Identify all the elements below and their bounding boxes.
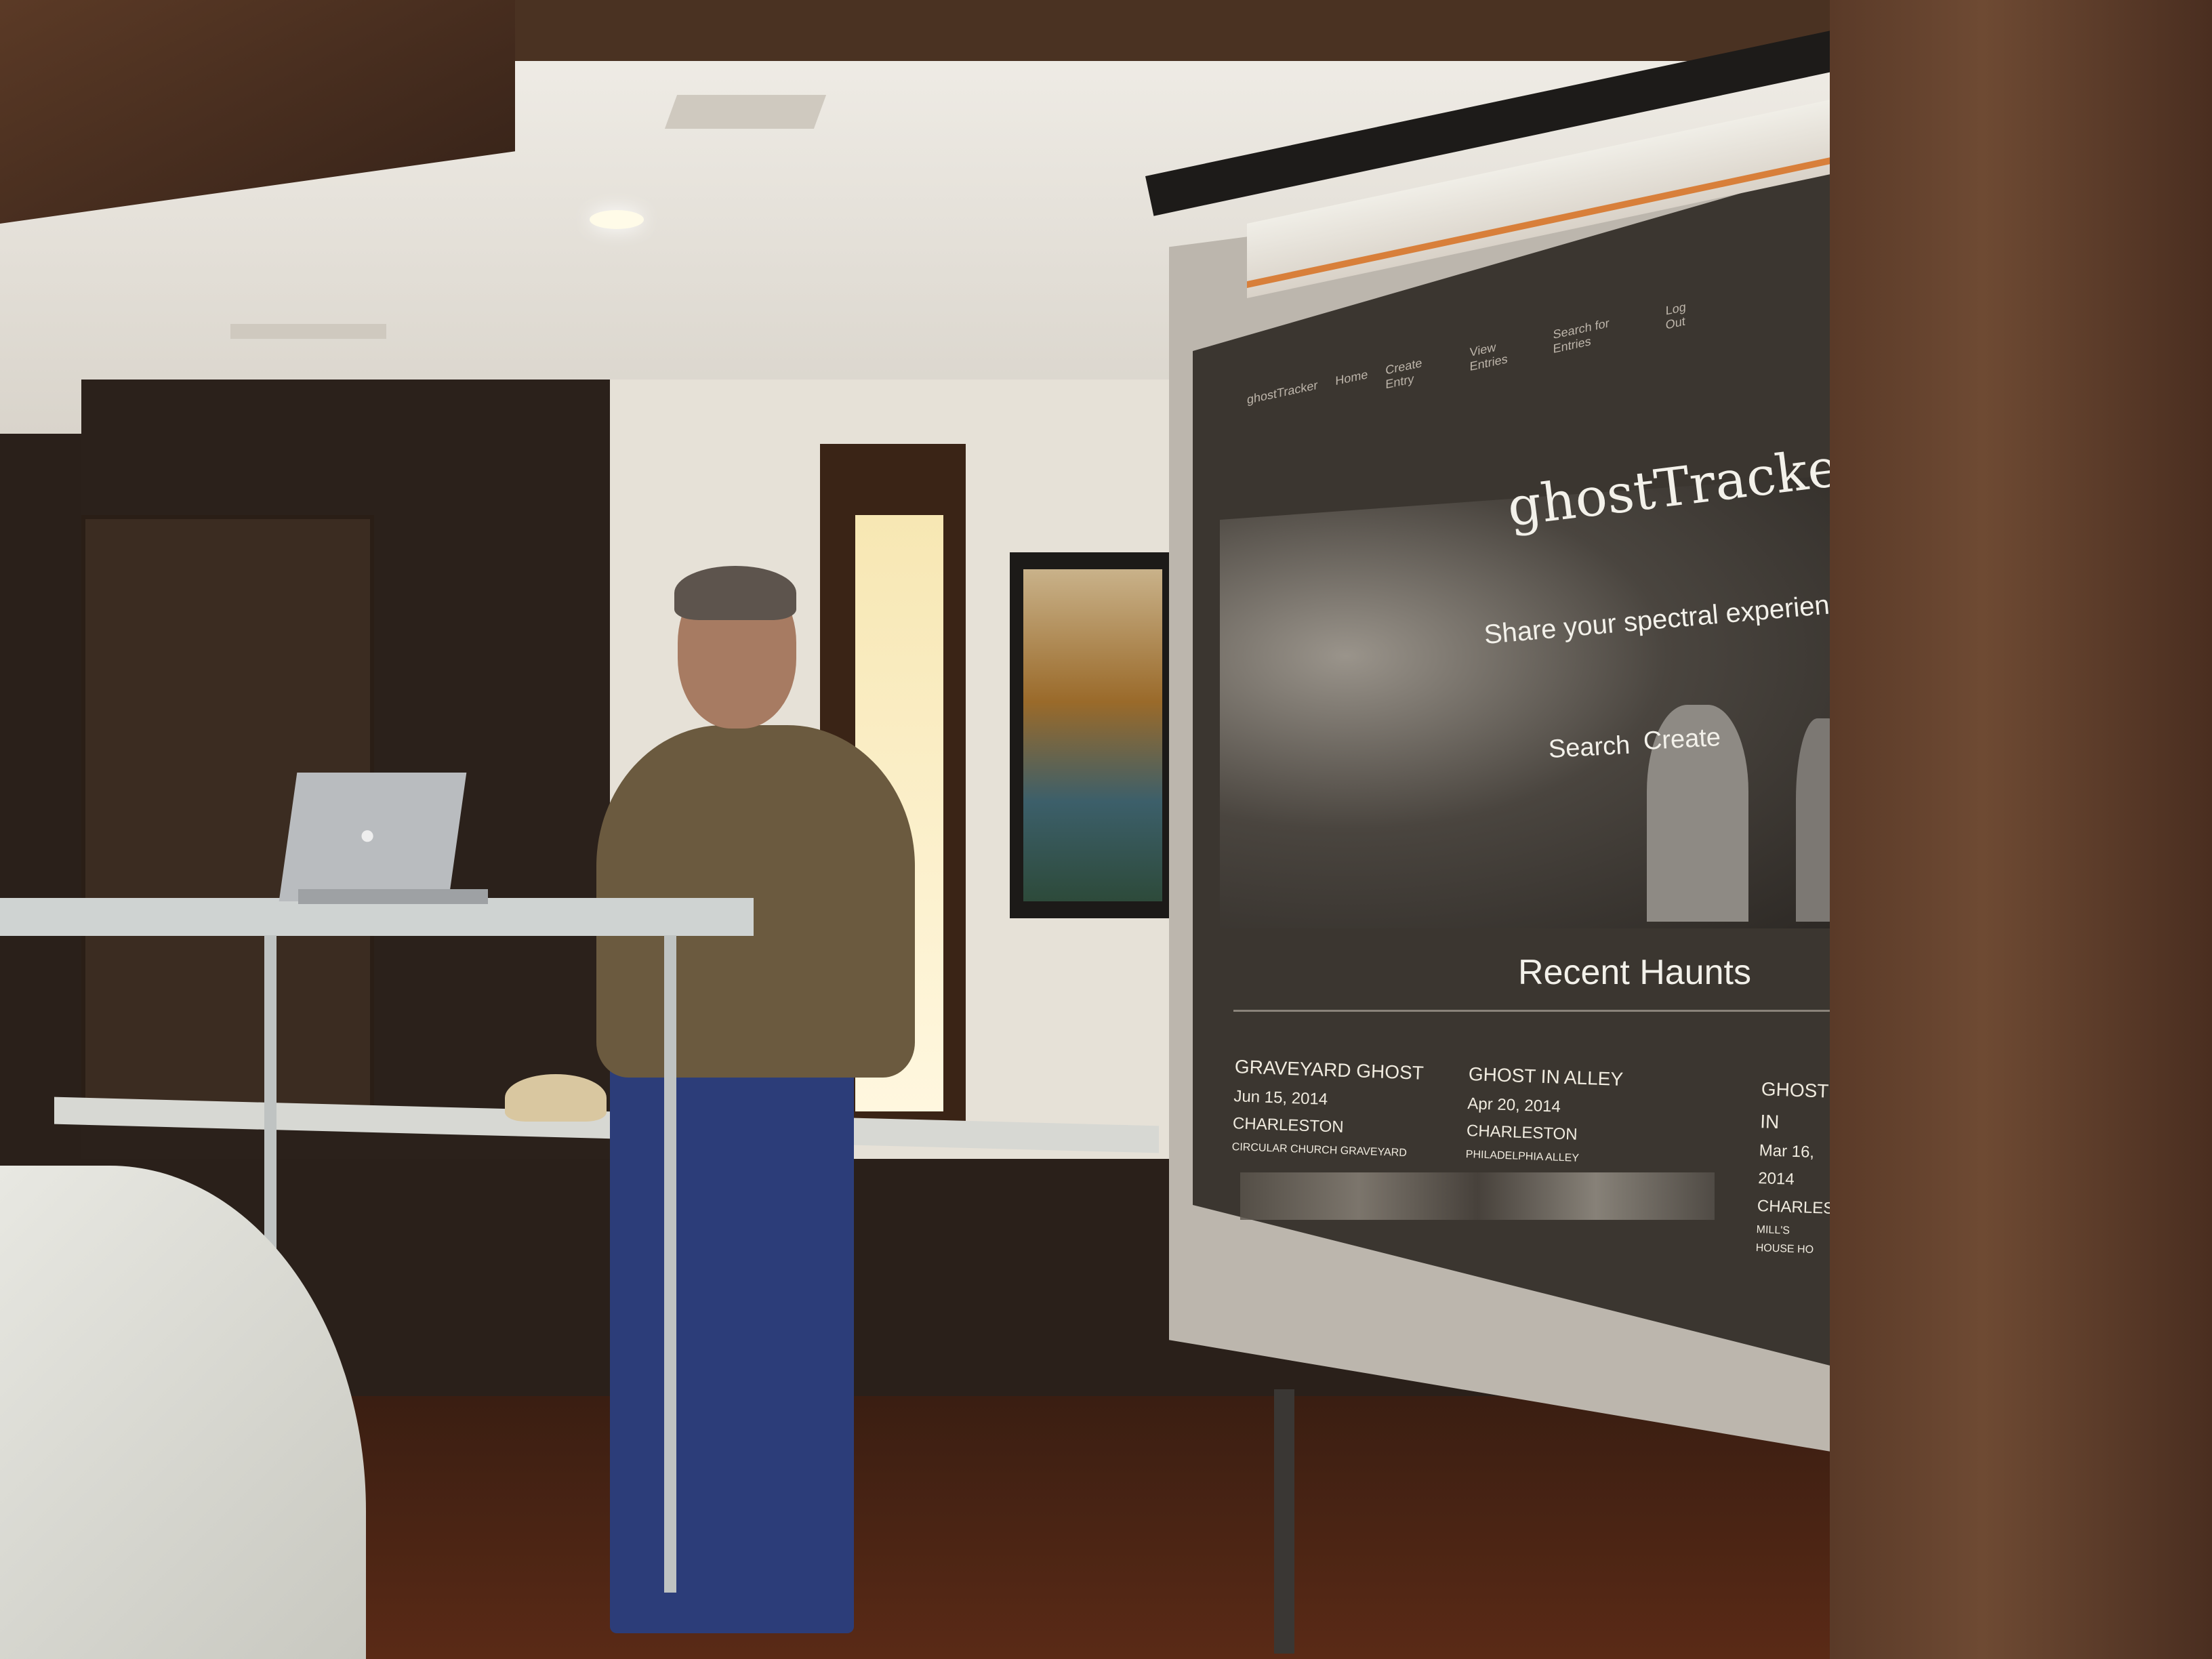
divider — [1233, 1010, 1837, 1012]
speaker-hair — [674, 566, 796, 620]
ceiling-vent — [664, 95, 827, 129]
speaker-jeans — [610, 1050, 854, 1633]
ceiling-light — [590, 210, 644, 229]
haunt-card[interactable]: GHOST IN Mar 16, 2014 CHARLESTON MILL'S … — [1755, 1073, 1836, 1260]
hero-graveyard-image — [1220, 474, 1850, 928]
haunt-city: CHARLESTON — [1757, 1196, 1837, 1219]
bread-loaf — [505, 1074, 607, 1122]
recent-haunts-heading: Recent Haunts — [1518, 953, 1751, 992]
search-button[interactable]: Search — [1548, 731, 1631, 764]
audience-member-shoulder — [0, 1166, 366, 1659]
laptop-base — [298, 889, 488, 904]
apple-logo-icon: ● — [359, 820, 376, 850]
table-leg — [664, 935, 676, 1593]
ceiling-vent-2 — [230, 324, 386, 339]
painting — [1023, 569, 1162, 901]
haunt-card[interactable]: GRAVEYARD GHOST Jun 15, 2014 CHARLESTON … — [1231, 1050, 1425, 1163]
haunt-card[interactable]: GHOST IN ALLEY Apr 20, 2014 CHARLESTON P… — [1465, 1058, 1624, 1169]
haunt-date: Mar 16, 2014 — [1757, 1141, 1815, 1189]
wooden-post — [1830, 0, 2212, 1659]
haunt-title: GHOST IN — [1759, 1078, 1829, 1132]
haunt-thumbnails — [1240, 1172, 1715, 1220]
create-button[interactable]: Create — [1643, 723, 1721, 756]
haunt-place: MILL'S HOUSE HO — [1755, 1223, 1814, 1256]
screen-stand — [1274, 1389, 1294, 1654]
haunt-title: GHOST IN ALLEY — [1468, 1063, 1624, 1090]
